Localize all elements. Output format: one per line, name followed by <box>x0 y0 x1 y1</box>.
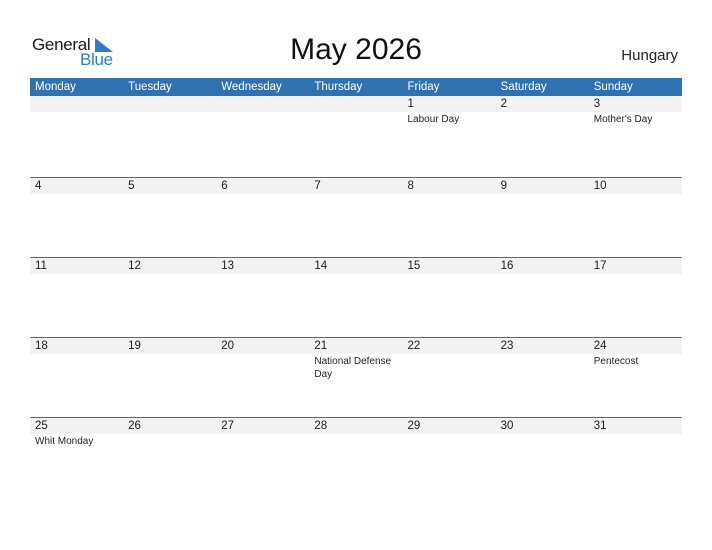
day-number: 31 <box>593 420 607 432</box>
holiday-label <box>496 354 589 381</box>
holiday-label <box>216 354 309 381</box>
holiday-label <box>30 354 123 381</box>
country-label: Hungary <box>621 47 678 64</box>
weekday-thursday: Thursday <box>314 81 363 93</box>
day-number: 29 <box>407 420 421 432</box>
holiday-label: National Defense Day <box>314 356 392 380</box>
day-number: 8 <box>407 180 414 192</box>
holiday-label <box>123 194 216 195</box>
week-row: 25 26 27 28 29 30 31 Whit Monday <box>30 417 682 497</box>
day-number: 9 <box>500 180 508 192</box>
day-number: 17 <box>593 260 607 272</box>
day-number: 22 <box>407 340 421 352</box>
weekday-friday: Friday <box>407 81 440 93</box>
holiday-label: Labour Day <box>407 114 460 125</box>
weekday-header: Monday Tuesday Wednesday Thursday Friday… <box>30 78 682 96</box>
calendar-grid: Monday Tuesday Wednesday Thursday Friday… <box>30 78 682 497</box>
holiday-label <box>403 194 496 195</box>
day-number: 13 <box>221 260 235 272</box>
day-number: 30 <box>500 420 514 432</box>
holiday-label <box>496 194 589 195</box>
day-number: 10 <box>593 180 607 192</box>
day-number: 12 <box>128 260 141 272</box>
day-number: 1 <box>407 98 414 110</box>
holiday-label <box>216 194 309 195</box>
holiday-label <box>216 274 309 275</box>
day-number: 24 <box>593 340 607 352</box>
holiday-label <box>403 434 496 448</box>
holiday-label <box>496 112 589 126</box>
day-number: 18 <box>35 340 48 352</box>
event-row: Whit Monday <box>30 434 682 448</box>
day-number: 19 <box>128 340 141 352</box>
weekday-monday: Monday <box>35 81 76 93</box>
holiday-label <box>589 434 682 448</box>
day-number-row: 25 26 27 28 29 30 31 <box>30 418 682 434</box>
holiday-label <box>403 354 496 381</box>
day-number <box>123 96 216 112</box>
day-number: 21 <box>314 340 328 352</box>
day-number: 5 <box>128 180 135 192</box>
day-number: 27 <box>221 420 235 432</box>
holiday-label <box>30 274 123 275</box>
page-title: May 2026 <box>290 33 422 66</box>
day-number: 16 <box>500 260 514 272</box>
day-number: 23 <box>500 340 514 352</box>
holiday-label <box>403 274 496 275</box>
day-number-row: 1 2 3 <box>30 96 682 112</box>
day-number: 28 <box>314 420 328 432</box>
holiday-label <box>216 112 309 126</box>
holiday-label <box>589 274 682 275</box>
day-number: 6 <box>221 180 228 192</box>
holiday-label: Pentecost <box>593 356 639 367</box>
holiday-label <box>216 434 309 448</box>
holiday-label <box>123 274 216 275</box>
day-number: 7 <box>314 180 321 192</box>
day-number-row: 18 19 20 21 22 23 24 <box>30 338 682 354</box>
holiday-label <box>123 112 216 126</box>
weekday-saturday: Saturday <box>500 81 547 93</box>
holiday-label: Whit Monday <box>35 436 94 447</box>
day-number <box>309 96 402 112</box>
event-row: National Defense Day Pentecost <box>30 354 682 381</box>
day-number-row: 4 5 6 7 8 9 10 <box>30 178 682 194</box>
holiday-label <box>30 112 123 126</box>
holiday-label <box>30 194 123 195</box>
weekday-sunday: Sunday <box>593 81 633 93</box>
event-row <box>30 194 682 195</box>
day-number: 26 <box>128 420 141 432</box>
day-number: 3 <box>593 98 601 110</box>
day-number: 4 <box>35 180 42 192</box>
day-number: 2 <box>500 98 508 110</box>
week-row: 1 2 3 Labour Day Mother's Day <box>30 96 682 177</box>
holiday-label <box>309 194 402 195</box>
event-row <box>30 274 682 275</box>
day-number: 15 <box>407 260 421 272</box>
holiday-label <box>496 434 589 448</box>
weekday-tuesday: Tuesday <box>128 81 172 93</box>
event-row: Labour Day Mother's Day <box>30 112 682 126</box>
holiday-label <box>309 112 402 126</box>
holiday-label <box>123 354 216 381</box>
day-number: 25 <box>35 420 48 432</box>
weekday-wednesday: Wednesday <box>221 81 282 93</box>
week-row: 18 19 20 21 22 23 24 National Defense Day Pentec… <box>30 337 682 417</box>
day-number-row: 11 12 13 14 15 16 17 <box>30 258 682 274</box>
holiday-label <box>589 194 682 195</box>
holiday-label <box>309 434 402 448</box>
week-row: 11 12 13 14 15 16 17 <box>30 257 682 337</box>
day-number <box>216 96 309 112</box>
holiday-label <box>309 274 402 275</box>
holiday-label <box>496 274 589 275</box>
day-number: 11 <box>35 260 47 272</box>
day-number: 20 <box>221 340 235 352</box>
holiday-label <box>123 434 216 448</box>
day-number: 14 <box>314 260 328 272</box>
day-number <box>30 96 123 112</box>
week-row: 4 5 6 7 8 9 10 <box>30 177 682 257</box>
holiday-label: Mother's Day <box>593 114 653 125</box>
